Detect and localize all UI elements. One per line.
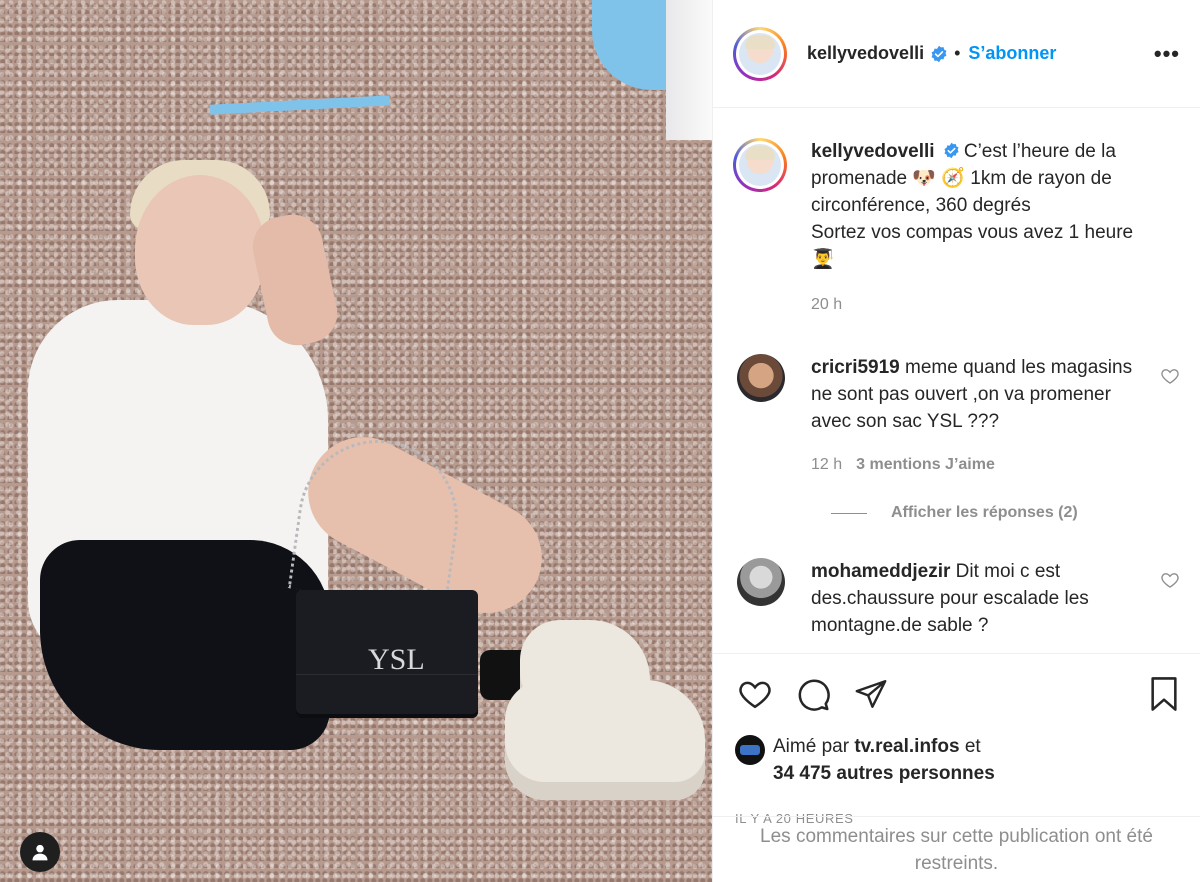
comment-glyph <box>798 678 830 711</box>
likes-text: Aimé par tv.real.infos et 34 475 autres … <box>773 733 995 787</box>
caption-line-3: circonférence, 360 degrés <box>811 195 1031 216</box>
caption-text-1: C’est l’heure de la <box>963 141 1116 162</box>
comments-list[interactable]: kellyvedovelli C’est l’heure de la prome… <box>713 108 1200 653</box>
comment-body: cricri5919 meme quand les magasins ne so… <box>811 354 1151 478</box>
bookmark-icon[interactable] <box>1144 674 1184 714</box>
view-replies-button[interactable]: Afficher les réponses (2) <box>831 504 1180 522</box>
caption-username[interactable]: kellyvedovelli <box>811 141 935 162</box>
author-username[interactable]: kellyvedovelli <box>807 43 924 64</box>
caption-line-4: Sortez vos compas vous avez 1 heure <box>811 222 1134 243</box>
header-separator: • <box>954 43 961 63</box>
caption-avatar[interactable] <box>733 138 787 192</box>
caption-body: kellyvedovelli C’est l’heure de la prome… <box>811 138 1133 318</box>
author-avatar-image <box>739 32 781 75</box>
liked-by-prefix: Aimé par <box>773 736 850 757</box>
comment-meta: 12 h 3 mentions J’aime <box>811 451 1151 478</box>
verified-badge-icon <box>944 142 959 159</box>
photo-edge <box>666 0 712 140</box>
caption-avatar-image <box>739 144 781 186</box>
comment-heart-icon[interactable] <box>1160 570 1180 590</box>
heart-icon[interactable] <box>735 674 775 714</box>
comment-item: mohameddjezir Dit moi c est des.chaussur… <box>733 558 1180 639</box>
caption-avatar-inner <box>736 141 784 189</box>
liker-username[interactable]: tv.real.infos <box>854 736 959 757</box>
boot-right <box>505 680 705 800</box>
comment-body: mohameddjezir Dit moi c est des.chaussur… <box>811 558 1151 639</box>
caption-line-2: promenade 🐶 🧭 1km de rayon de <box>811 168 1112 189</box>
caption-line-5: 👨‍🎓 <box>811 249 835 270</box>
replies-divider <box>831 512 867 514</box>
follow-button[interactable]: S’abonner <box>968 43 1056 64</box>
post-caption: kellyvedovelli C’est l’heure de la prome… <box>733 138 1180 318</box>
author-avatar-inner <box>736 29 784 78</box>
commenter-username[interactable]: mohameddjezir <box>811 561 950 582</box>
likes-summary: Aimé par tv.real.infos et 34 475 autres … <box>713 733 1200 787</box>
liker-avatar[interactable] <box>735 735 765 765</box>
paper-plane-icon[interactable] <box>851 674 891 714</box>
post-side-panel: kellyvedovelli • S’abonner ••• kellyvedo… <box>712 0 1200 882</box>
sky-patch <box>592 0 672 90</box>
commenter-avatar[interactable] <box>737 354 785 402</box>
sky-strip <box>209 95 391 115</box>
user-tag-glyph <box>32 844 48 861</box>
comment-item: cricri5919 meme quand les magasins ne so… <box>733 354 1180 478</box>
commenter-username[interactable]: cricri5919 <box>811 357 900 378</box>
author-avatar[interactable] <box>733 26 787 81</box>
comments-restricted-notice: Les commentaires sur cette publication o… <box>713 816 1200 882</box>
bag-logo: YSL <box>368 643 425 676</box>
view-replies-label: Afficher les réponses (2) <box>891 504 1078 521</box>
post-header: kellyvedovelli • S’abonner ••• <box>713 0 1200 108</box>
liked-by-suffix: et <box>964 736 981 757</box>
post-photo[interactable]: YSL <box>0 0 712 882</box>
handbag: YSL <box>296 590 478 718</box>
commenter-avatar[interactable] <box>737 558 785 606</box>
verified-badge-icon <box>931 45 947 62</box>
action-bar <box>713 653 1200 733</box>
caption-time[interactable]: 20 h <box>811 291 1133 318</box>
caption-line-1: kellyvedovelli C’est l’heure de la <box>811 138 1133 165</box>
comment-bubble-icon[interactable] <box>793 674 833 714</box>
comment-time[interactable]: 12 h <box>811 456 842 473</box>
comment-heart-icon[interactable] <box>1160 366 1180 386</box>
share-glyph <box>855 679 887 708</box>
user-tag-icon[interactable] <box>20 832 60 872</box>
person-shorts <box>40 540 330 750</box>
liked-by-others[interactable]: 34 475 autres personnes <box>773 763 995 784</box>
comment-likes[interactable]: 3 mentions J’aime <box>856 456 995 473</box>
save-glyph <box>1151 676 1177 711</box>
more-options-button[interactable]: ••• <box>1154 41 1180 67</box>
like-glyph <box>739 681 771 708</box>
person-head <box>135 175 265 325</box>
